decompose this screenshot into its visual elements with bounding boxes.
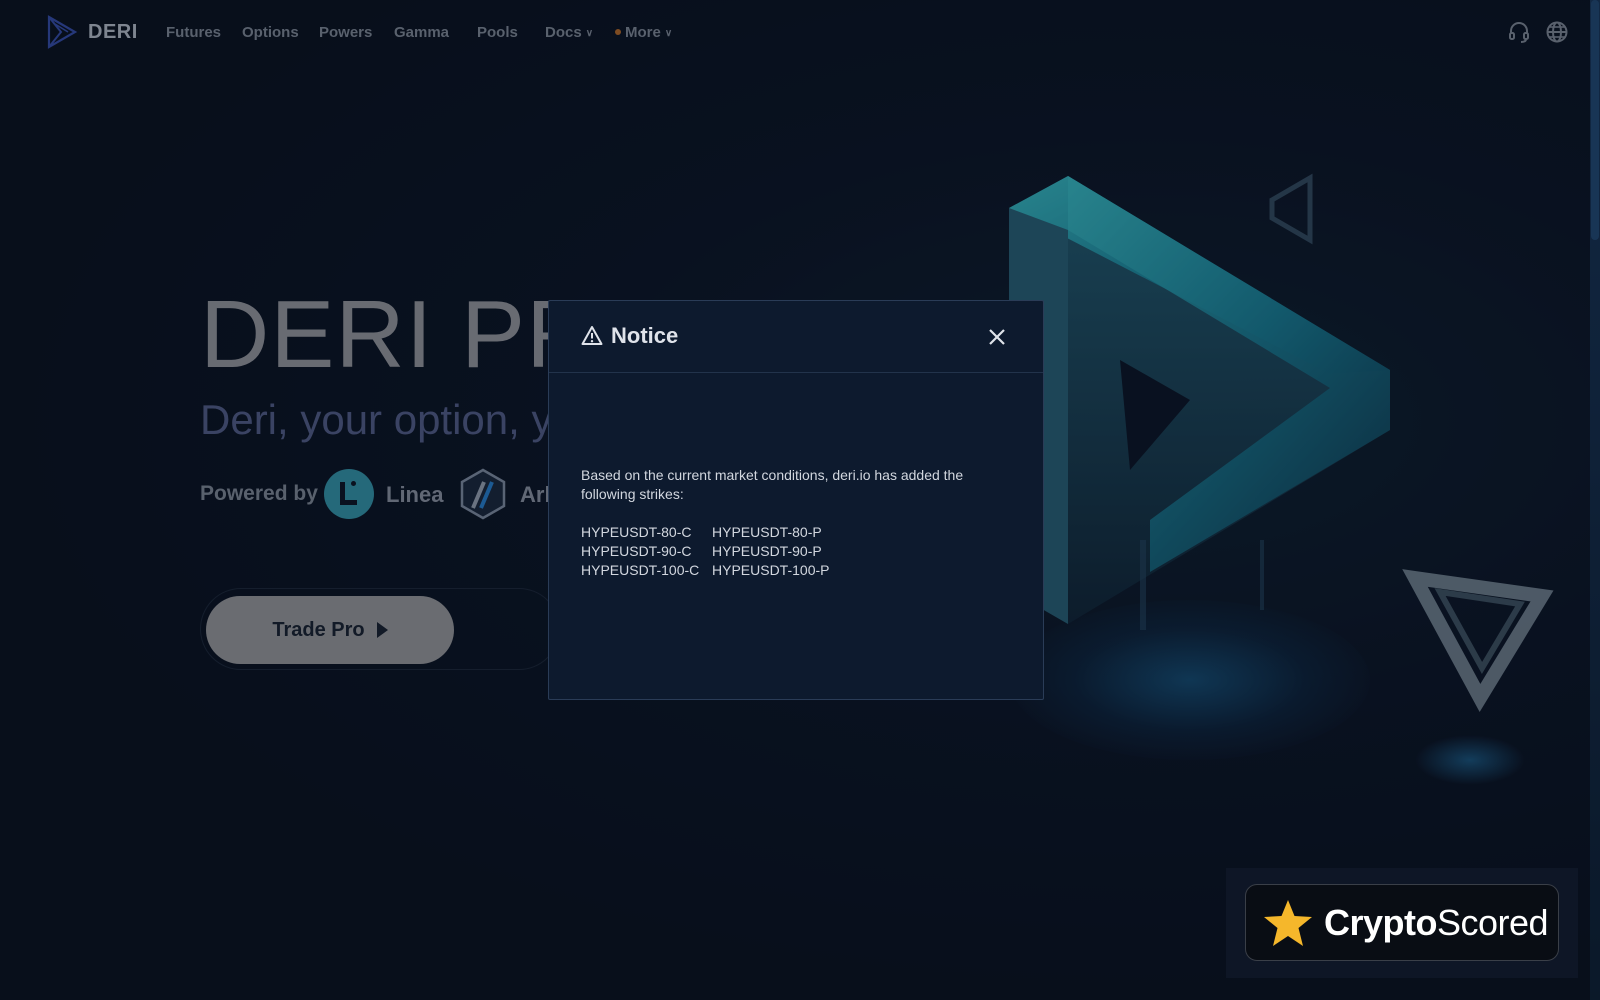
notice-dialog: Notice Based on the current market condi…	[548, 300, 1044, 700]
cryptoscored-badge[interactable]: CryptoScored	[1245, 884, 1559, 961]
dialog-body: Based on the current market conditions, …	[581, 466, 1011, 580]
strike-item: HYPEUSDT-80-C	[581, 524, 692, 540]
strike-item: HYPEUSDT-90-P	[712, 543, 822, 559]
dialog-header: Notice	[549, 301, 1043, 373]
cryptoscored-wordmark-light: Scored	[1437, 901, 1549, 943]
cryptoscored-wordmark: CryptoScored	[1324, 901, 1549, 944]
close-icon[interactable]	[987, 327, 1007, 347]
strike-item: HYPEUSDT-90-C	[581, 543, 692, 559]
strike-list: HYPEUSDT-80-C HYPEUSDT-80-P HYPEUSDT-90-…	[581, 523, 1011, 580]
dialog-title-text: Notice	[611, 323, 679, 348]
warning-icon	[581, 326, 603, 345]
notice-message: Based on the current market conditions, …	[581, 467, 964, 502]
page: DERI Futures Options Powers Gamma Pools …	[0, 0, 1600, 1000]
strike-item: HYPEUSDT-100-C	[581, 562, 700, 578]
strike-item: HYPEUSDT-80-P	[712, 524, 822, 540]
star-icon	[1264, 899, 1312, 946]
strike-item: HYPEUSDT-100-P	[712, 562, 830, 578]
cryptoscored-wordmark-bold: Crypto	[1324, 901, 1438, 943]
dialog-title: Notice	[581, 323, 678, 349]
